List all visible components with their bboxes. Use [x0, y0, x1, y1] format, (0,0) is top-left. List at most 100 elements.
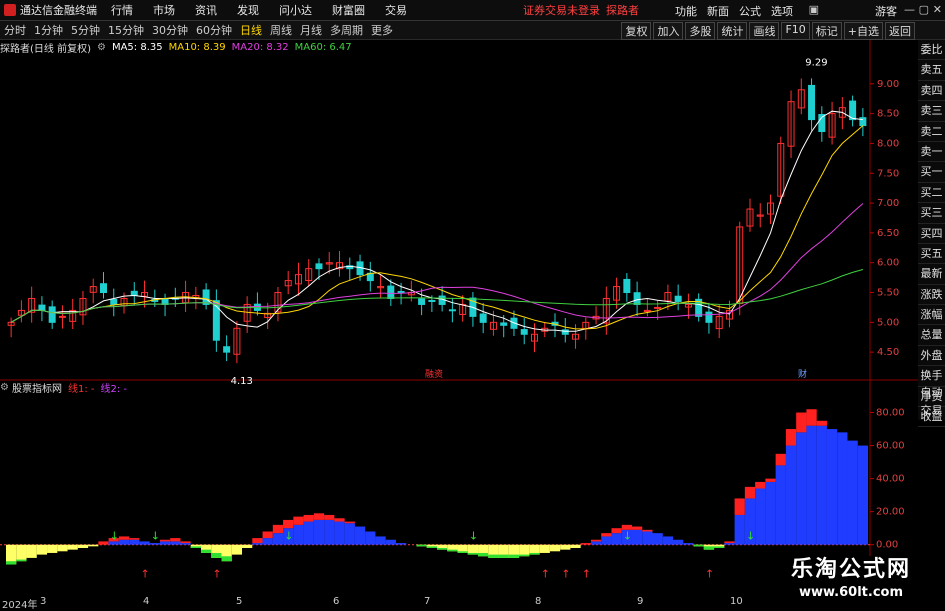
- indicator-tick-label: 40.00: [876, 474, 905, 485]
- indicator-bar-blue: [652, 533, 663, 545]
- side-buy1[interactable]: 买一: [918, 162, 945, 183]
- indicator-bar-green: [693, 544, 704, 547]
- side-waipan[interactable]: 外盘: [918, 346, 945, 367]
- indicator-bar-yellow: [560, 544, 571, 550]
- indicator-bar-blue: [385, 539, 396, 545]
- side-zongliang[interactable]: 总量: [918, 325, 945, 346]
- menu-xinmian[interactable]: 新面: [707, 3, 729, 19]
- period-more[interactable]: 更多: [371, 22, 393, 38]
- menu-xuanxiang[interactable]: 选项: [771, 3, 793, 19]
- indicator-bar-red: [118, 536, 130, 540]
- candle-body: [387, 285, 395, 299]
- side-sell4[interactable]: 卖四: [918, 81, 945, 102]
- menu-wenxiaoda[interactable]: 问小达: [279, 2, 312, 18]
- indicator-bar-yellow: [77, 544, 89, 548]
- buy-arrow-icon: ↑: [212, 568, 221, 581]
- period-30min[interactable]: 30分钟: [152, 22, 188, 38]
- btn-zixuan[interactable]: +自选: [843, 22, 883, 40]
- period-60min[interactable]: 60分钟: [196, 22, 232, 38]
- period-5min[interactable]: 5分钟: [71, 22, 100, 38]
- buy-arrow-icon: ↑: [582, 568, 591, 581]
- maximize-icon[interactable]: ▢: [919, 3, 929, 16]
- indicator-bar-red: [283, 519, 294, 529]
- side-sell5[interactable]: 卖五: [918, 60, 945, 81]
- btn-f10[interactable]: F10: [781, 22, 810, 40]
- minimize-icon[interactable]: —: [904, 3, 915, 16]
- menu-caifuquan[interactable]: 财富圈: [332, 2, 365, 18]
- btn-huaxian[interactable]: 画线: [749, 22, 780, 40]
- menu-zixun[interactable]: 资讯: [195, 2, 217, 18]
- side-zidong[interactable]: 自动: [918, 384, 945, 402]
- buy-arrow-icon: ↑: [705, 568, 714, 581]
- btn-jiaru[interactable]: 加入: [653, 22, 684, 40]
- period-1min[interactable]: 1分钟: [34, 22, 63, 38]
- event-marker-2[interactable]: 财: [798, 368, 807, 380]
- date-month-6: 6: [333, 596, 340, 607]
- period-monthly[interactable]: 月线: [300, 22, 322, 38]
- indicator-bar-yellow: [242, 544, 253, 548]
- side-sell1[interactable]: 卖一: [918, 142, 945, 163]
- candle-body: [808, 84, 816, 121]
- side-zuixin[interactable]: 最新: [918, 264, 945, 285]
- menu-gongneng[interactable]: 功能: [675, 3, 697, 19]
- menu-gongshi[interactable]: 公式: [739, 3, 761, 19]
- ma-lines: [10, 110, 864, 332]
- indicator-bar-blue: [796, 432, 807, 545]
- side-weibi[interactable]: 委比: [918, 40, 945, 61]
- indicator-bar-red: [775, 453, 786, 466]
- watermark-title: 乐淘公式网: [790, 557, 911, 582]
- side-buy5[interactable]: 买五: [918, 244, 945, 265]
- user-icon[interactable]: ▣: [809, 3, 819, 16]
- price-axis: 4.50 5.00 5.50 6.00 6.50 7.00 7.50 8.00 8.50 9.00: [870, 79, 899, 358]
- indicator-bar-yellow: [539, 544, 550, 553]
- buy-arrow-icon: ↑: [541, 568, 550, 581]
- indicator-bar-red: [344, 521, 355, 524]
- period-weekly[interactable]: 周线: [270, 22, 292, 38]
- price-tick-label: 5.50: [877, 288, 899, 299]
- period-multi[interactable]: 多周期: [330, 22, 363, 38]
- btn-fanhui[interactable]: 返回: [885, 22, 915, 40]
- auto-trade-panel: 自动 交易: [918, 384, 945, 422]
- side-sell2[interactable]: 卖二: [918, 122, 945, 142]
- date-month-3: 3: [40, 596, 47, 607]
- menu-faxian[interactable]: 发现: [237, 2, 259, 18]
- candle-body: [315, 263, 323, 270]
- indicator-bar-red: [765, 478, 776, 482]
- period-15min[interactable]: 15分钟: [108, 22, 144, 38]
- indicator-bar-green: [211, 552, 222, 558]
- event-marker-1[interactable]: 融资: [425, 369, 443, 380]
- side-buy2[interactable]: 买二: [918, 183, 945, 204]
- btn-tongji[interactable]: 统计: [717, 22, 748, 40]
- menu-shichang[interactable]: 市场: [153, 2, 175, 18]
- candle-body: [500, 322, 508, 326]
- app-title: 通达信金融终端: [20, 4, 97, 17]
- candle-body: [223, 346, 231, 353]
- btn-biaoji[interactable]: 标记: [811, 22, 842, 40]
- side-jiaoyi[interactable]: 交易: [918, 402, 945, 420]
- candle-body: [561, 329, 569, 335]
- btn-duogu[interactable]: 多股: [685, 22, 716, 40]
- indicator-bar-green: [488, 554, 499, 558]
- guest-label[interactable]: 游客: [875, 3, 897, 19]
- menu-hangqing[interactable]: 行情: [111, 2, 133, 18]
- indicator-bar-red: [601, 533, 612, 537]
- period-fenshi[interactable]: 分时: [4, 22, 26, 38]
- indicator-bar-blue: [129, 539, 140, 545]
- side-buy4[interactable]: 买四: [918, 224, 945, 244]
- side-sell3[interactable]: 卖三: [918, 101, 945, 122]
- btn-fuquan[interactable]: 复权: [621, 22, 652, 40]
- candle-body: [418, 298, 426, 305]
- stock-chart-svg[interactable]: 4.50 5.00 5.50 6.00 6.50 7.00 7.50 8.00 8.50 9.00…: [0, 40, 918, 596]
- trade-login-status[interactable]: 证券交易未登录: [523, 2, 600, 18]
- side-zhangfu[interactable]: 涨幅: [918, 305, 945, 326]
- indicator-gear-icon[interactable]: ⚙: [0, 382, 9, 393]
- candle-body: [654, 306, 662, 309]
- indicator-bar-yellow: [67, 544, 78, 550]
- side-buy3[interactable]: 买三: [918, 203, 945, 224]
- indicator-bar-red: [744, 486, 756, 499]
- period-daily[interactable]: 日线: [240, 22, 262, 38]
- menu-jiaoyi[interactable]: 交易: [385, 2, 407, 18]
- side-zhangdie[interactable]: 涨跌: [918, 285, 945, 306]
- indicator-bar-blue: [262, 538, 273, 545]
- close-icon[interactable]: ✕: [933, 3, 942, 16]
